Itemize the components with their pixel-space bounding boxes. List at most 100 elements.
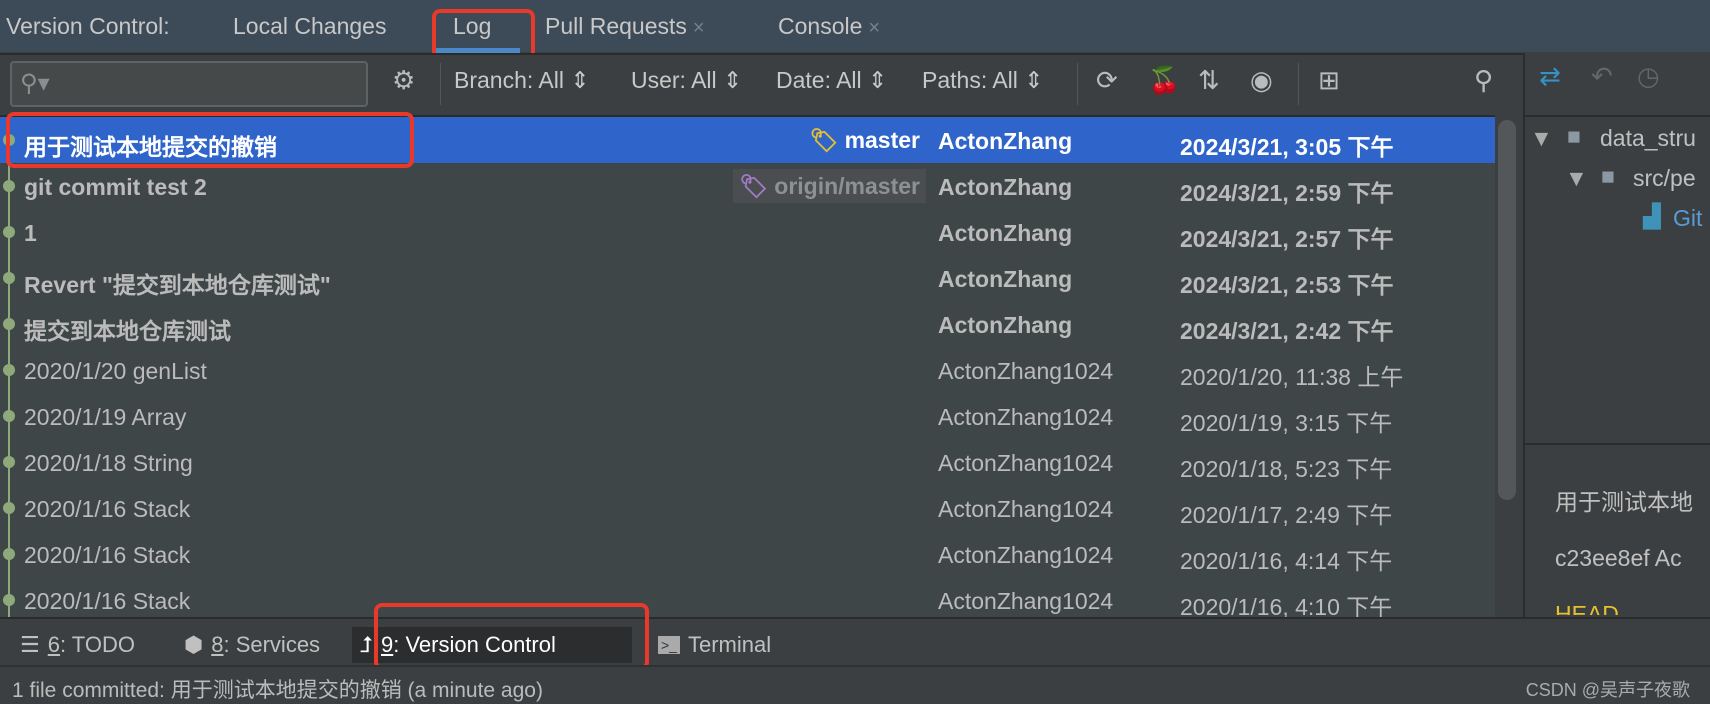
new-tab-icon[interactable]: ⊞: [1318, 65, 1340, 96]
date-filter[interactable]: Date: All ⇕: [776, 67, 887, 94]
tab-label: 6: TODO: [47, 632, 135, 657]
commit-author: ActonZhang1024: [938, 358, 1114, 384]
commit-date: 2024/3/21, 2:42 下午: [1180, 318, 1394, 344]
tab-label: Console: [778, 13, 863, 39]
commit-message: 2020/1/20 genList: [24, 358, 207, 384]
terminal-icon: >_: [658, 636, 680, 654]
commit-node: [3, 548, 15, 560]
commit-row[interactable]: 1 ActonZhang 2024/3/21, 2:57 下午: [0, 209, 1495, 255]
branch-tag: 🏷 origin/master: [733, 169, 926, 203]
tag-label: master: [844, 126, 920, 153]
refresh-icon[interactable]: ⟳: [1096, 65, 1118, 96]
commit-node: [3, 180, 15, 192]
user-filter[interactable]: User: All ⇕: [631, 67, 742, 94]
commit-node: [3, 502, 15, 514]
commit-row[interactable]: 2020/1/16 Stack ActonZhang1024 2020/1/16, …: [0, 531, 1495, 577]
close-icon[interactable]: ×: [693, 17, 705, 39]
watermark: CSDN @吴声子夜歌: [1525, 680, 1690, 700]
eye-icon[interactable]: ◉: [1250, 65, 1273, 96]
cherry-pick-icon[interactable]: 🍒: [1148, 65, 1180, 96]
commit-date: 2024/3/21, 2:59 下午: [1180, 180, 1394, 206]
tab-label: Pull Requests: [545, 13, 687, 39]
commit-date: 2020/1/19, 3:15 下午: [1180, 410, 1393, 436]
commit-row[interactable]: git commit test 2 🏷 origin/master ActonZhan…: [0, 163, 1495, 209]
commit-message: Revert "提交到本地仓库测试": [24, 272, 331, 298]
details-panel: ⇄ ↶ ◷ ▼ ■ data_stru ▼ ■ src/pe ▟ Git 用于测…: [1525, 53, 1710, 617]
commit-node: [3, 456, 15, 468]
divider: [440, 63, 441, 105]
commit-date: 2020/1/17, 2:49 下午: [1180, 502, 1393, 528]
expand-icon[interactable]: ▼: [1565, 165, 1588, 192]
scrollbar[interactable]: [1498, 120, 1516, 500]
paths-filter[interactable]: Paths: All ⇕: [922, 67, 1044, 94]
log-toolbar: ⚲▾ ⚙ Branch: All ⇕ User: All ⇕ Date: All…: [0, 53, 1523, 115]
commit-message: 2020/1/16 Stack: [24, 496, 191, 522]
commit-row[interactable]: 2020/1/18 String ActonZhang1024 2020/1/18,…: [0, 439, 1495, 485]
commit-author: ActonZhang: [938, 220, 1073, 246]
commit-row[interactable]: 2020/1/16 Stack ActonZhang1024 2020/1/17, …: [0, 485, 1495, 531]
tool-window-bar: ☰ 6: TODO ⬢ 8: Services ⮥ 9: Version Contro…: [0, 617, 1710, 665]
history-icon[interactable]: ◷: [1637, 61, 1660, 92]
tree-item[interactable]: data_stru: [1600, 125, 1696, 152]
search-input[interactable]: ⚲▾: [10, 61, 368, 107]
collapse-expand-icon[interactable]: ⇅: [1198, 65, 1220, 96]
commit-date: 2020/1/18, 5:23 下午: [1180, 456, 1393, 482]
search-icon: ⚲▾: [20, 70, 50, 97]
tab-label: 8: Services: [211, 632, 321, 657]
commit-message: git commit test 2: [24, 174, 207, 200]
tree-item[interactable]: src/pe: [1633, 165, 1696, 192]
commit-message: 1: [24, 220, 37, 246]
divider: [1298, 63, 1299, 105]
tab-console[interactable]: Console ×: [778, 13, 880, 40]
highlight-box: [6, 112, 414, 168]
module-folder-icon: ■: [1567, 123, 1581, 149]
expand-icon[interactable]: ▼: [1530, 125, 1553, 152]
diff-icon[interactable]: ⇄: [1539, 61, 1561, 92]
commit-author: ActonZhang1024: [938, 404, 1114, 430]
commit-message: 2020/1/18 String: [24, 450, 193, 476]
divider: [1077, 63, 1078, 105]
commit-date: 2024/3/21, 2:57 下午: [1180, 226, 1394, 252]
branch-filter[interactable]: Branch: All ⇕: [454, 67, 590, 94]
close-icon[interactable]: ×: [868, 17, 880, 39]
commit-author: ActonZhang1024: [938, 542, 1114, 568]
commit-author: ActonZhang: [938, 128, 1073, 154]
tab-local-changes[interactable]: Local Changes: [233, 13, 386, 40]
commit-row[interactable]: 提交到本地仓库测试 ActonZhang 2024/3/21, 2:42 下午: [0, 301, 1495, 347]
highlight-box: [374, 603, 649, 670]
commit-node: [3, 226, 15, 238]
tab-pull-requests[interactable]: Pull Requests ×: [545, 13, 705, 40]
services-tab[interactable]: ⬢ 8: Services: [176, 627, 328, 663]
commit-hash: c23ee8ef Ac: [1555, 545, 1682, 571]
ref-label: HEAD: [1555, 601, 1619, 615]
java-file-icon: ▟: [1643, 203, 1661, 229]
commit-date: 2020/1/16, 4:14 下午: [1180, 548, 1393, 574]
commit-author: ActonZhang: [938, 266, 1073, 292]
commit-author: ActonZhang: [938, 174, 1073, 200]
commit-author: ActonZhang: [938, 312, 1073, 338]
gear-icon[interactable]: ⚙: [392, 65, 415, 96]
list-icon: ☰: [20, 632, 40, 657]
commit-date: 2024/3/21, 2:53 下午: [1180, 272, 1394, 298]
commit-author: ActonZhang1024: [938, 450, 1114, 476]
commit-row[interactable]: 2020/1/20 genList ActonZhang1024 2020/1/20…: [0, 347, 1495, 393]
tabs-prefix: Version Control:: [6, 13, 170, 39]
undo-icon[interactable]: ↶: [1591, 61, 1613, 92]
todo-tab[interactable]: ☰ 6: TODO: [12, 627, 143, 663]
terminal-tab[interactable]: >_ Terminal: [650, 627, 779, 663]
vcs-icon: ⮥: [360, 632, 373, 657]
commit-message: 2020/1/16 Stack: [24, 542, 191, 568]
commit-row[interactable]: Revert "提交到本地仓库测试" ActonZhang 2024/3/21, 2…: [0, 255, 1495, 301]
tree-item[interactable]: Git: [1673, 205, 1702, 232]
tag-label: origin/master: [774, 172, 920, 199]
commit-row[interactable]: 2020/1/19 Array ActonZhang1024 2020/1/19, …: [0, 393, 1495, 439]
tab-label: Terminal: [687, 632, 772, 657]
commit-date: 2024/3/21, 3:05 下午: [1180, 134, 1394, 160]
status-bar: 1 file committed: 用于测试本地提交的撤销 (a minute …: [0, 665, 1710, 702]
commit-author: ActonZhang1024: [938, 496, 1114, 522]
commit-message: 2020/1/19 Array: [24, 404, 187, 430]
tag-icon: 🏷: [809, 126, 839, 153]
commit-node: [3, 410, 15, 422]
search-icon[interactable]: ⚲: [1474, 65, 1493, 96]
tag-icon: 🏷: [739, 172, 769, 199]
